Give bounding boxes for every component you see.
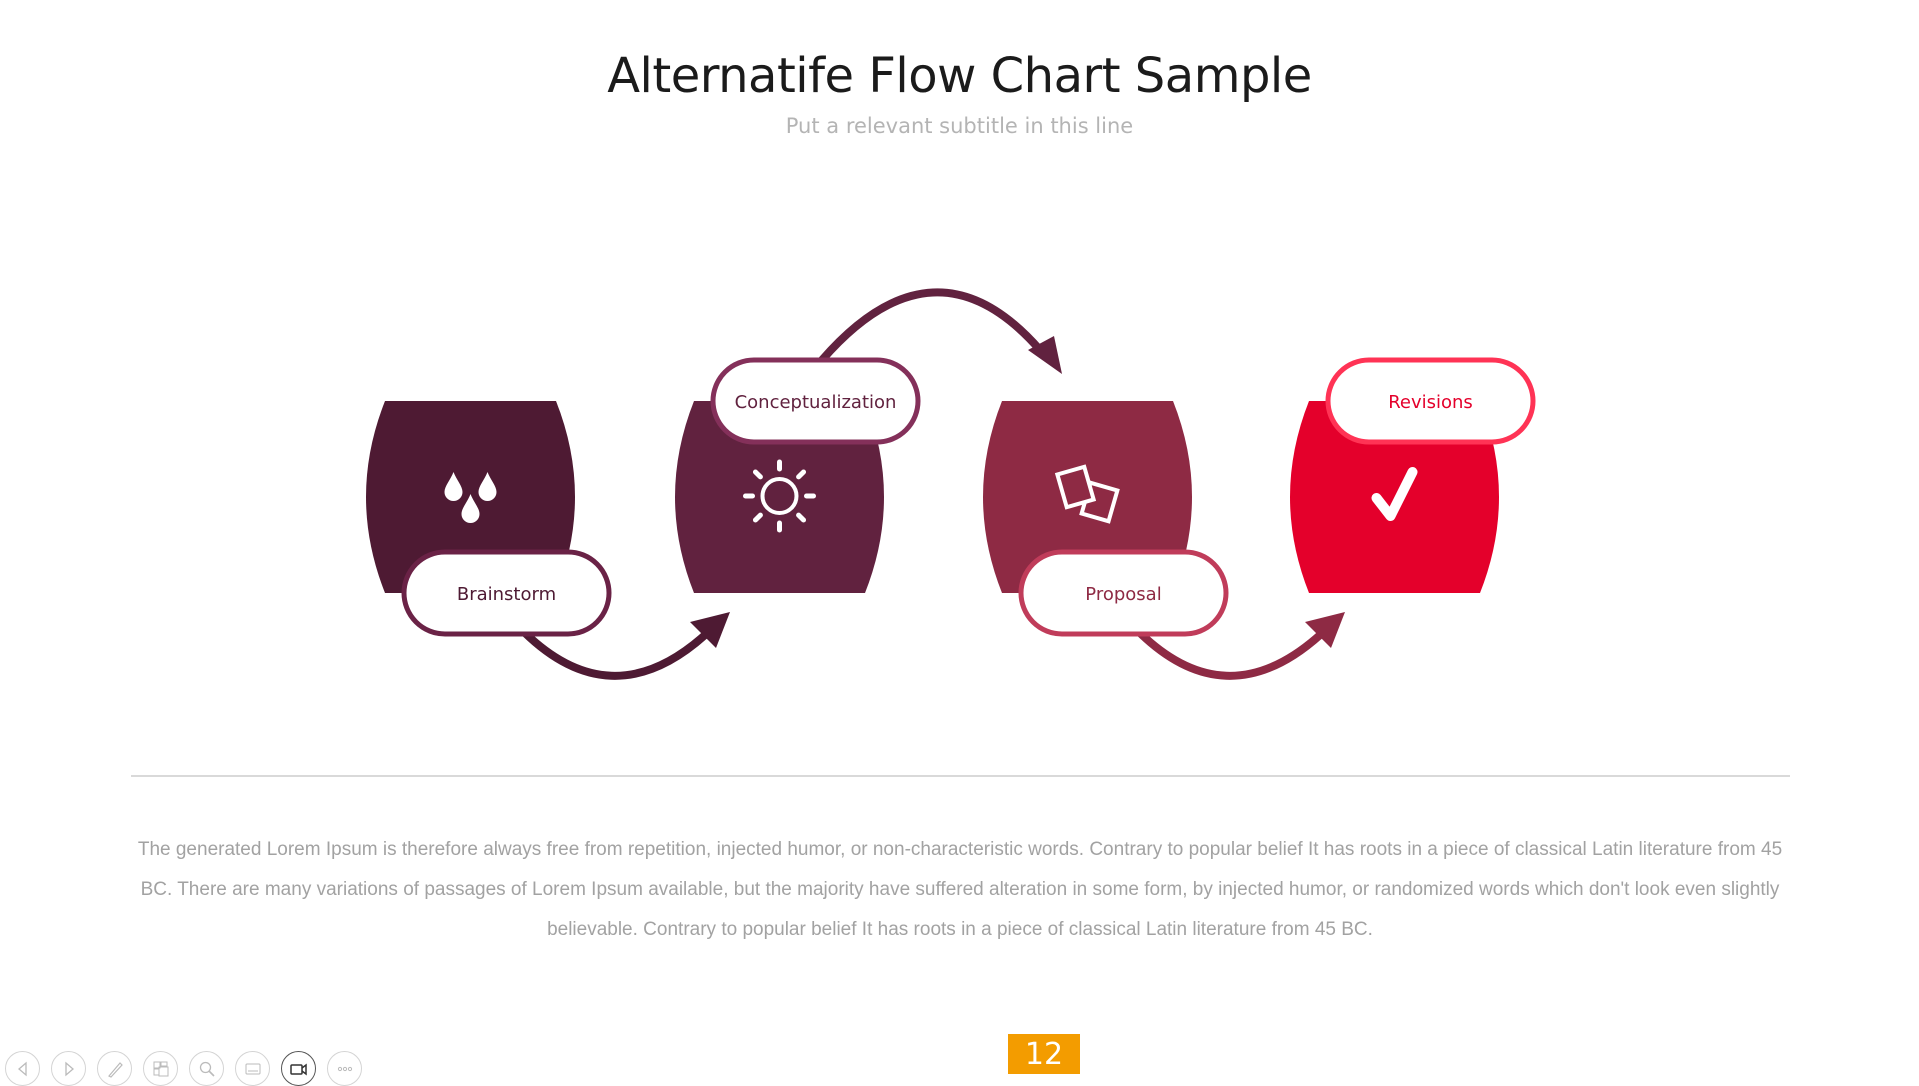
- more-options-button[interactable]: [327, 1051, 362, 1086]
- subtitles-icon: [245, 1063, 260, 1074]
- camera-button[interactable]: [281, 1051, 316, 1086]
- arrow-right-icon: [64, 1061, 74, 1076]
- video-camera-icon: [289, 1063, 307, 1075]
- step-label: Brainstorm: [457, 584, 556, 605]
- description-paragraph: The generated Lorem Ipsum is therefore a…: [137, 839, 1783, 940]
- step-label: Conceptualization: [735, 392, 897, 413]
- page-number: 12: [1008, 1034, 1080, 1074]
- presentation-toolbar: [5, 1051, 362, 1086]
- flow-step-conceptualization: Conceptualization: [675, 357, 921, 593]
- arrow-left-icon: [17, 1061, 27, 1076]
- flow-step-revisions: Revisions: [1290, 357, 1536, 593]
- subtitles-button[interactable]: [235, 1051, 270, 1086]
- slide-sorter-button[interactable]: [143, 1051, 178, 1086]
- flow-step-proposal: Proposal: [983, 401, 1229, 637]
- more-icon: [337, 1066, 352, 1071]
- divider: [131, 775, 1790, 777]
- magnifier-icon: [199, 1061, 215, 1077]
- pen-tool-button[interactable]: [97, 1051, 132, 1086]
- flow-step-brainstorm: Brainstorm: [366, 401, 612, 637]
- zoom-button[interactable]: [189, 1051, 224, 1086]
- previous-slide-button[interactable]: [5, 1051, 40, 1086]
- slides-grid-icon: [153, 1061, 168, 1076]
- step-label: Revisions: [1388, 392, 1473, 413]
- pen-icon: [107, 1061, 123, 1078]
- step-label: Proposal: [1085, 584, 1161, 605]
- next-slide-button[interactable]: [51, 1051, 86, 1086]
